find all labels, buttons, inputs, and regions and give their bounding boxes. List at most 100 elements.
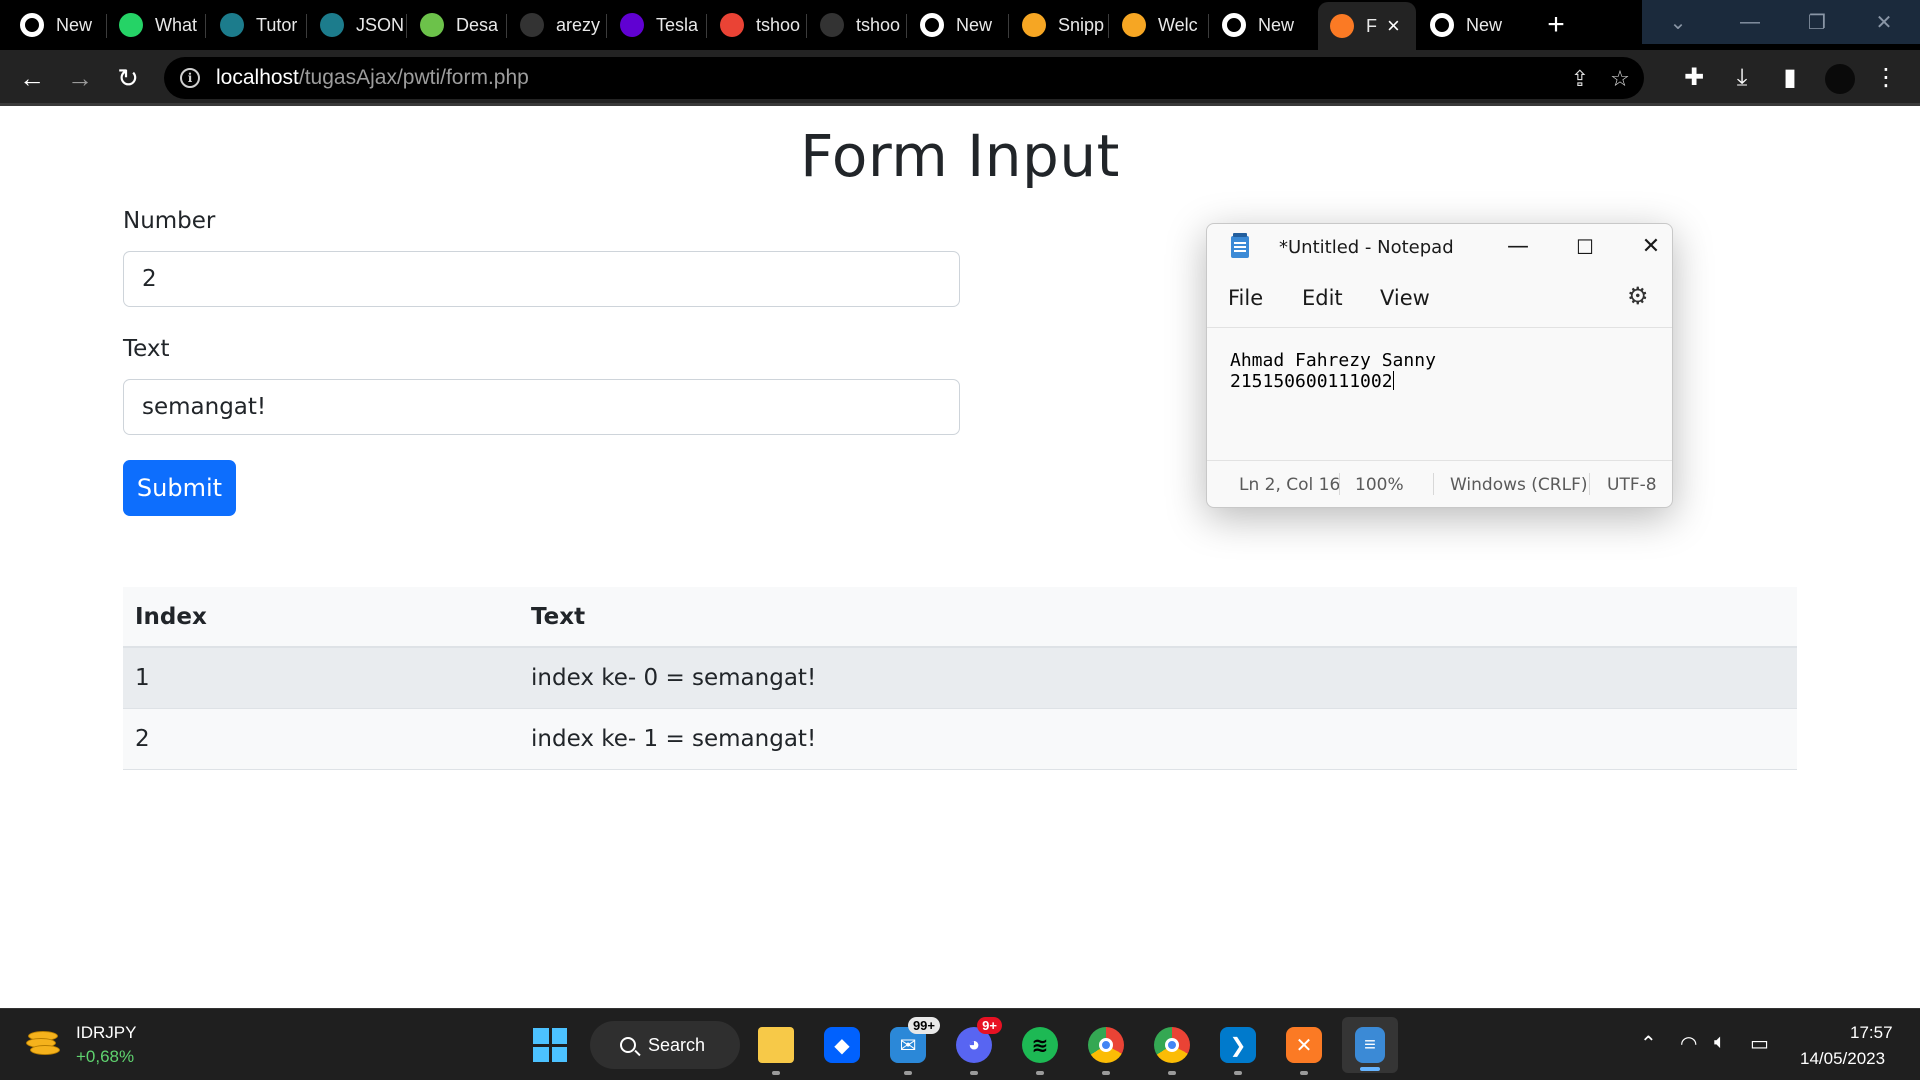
clock-date[interactable]: 14/05/2023 (1800, 1049, 1885, 1069)
browser-tab[interactable]: Welc (1110, 6, 1206, 44)
text-input[interactable] (123, 379, 960, 435)
column-header-index: Index (123, 587, 519, 648)
browser-tab-title: Tutor (256, 14, 298, 35)
table-cell-index: 2 (123, 708, 519, 770)
whatsapp-icon (119, 13, 143, 37)
forward-arrow-icon[interactable]: → (62, 60, 98, 96)
stock-ticker-icon[interactable] (26, 1029, 60, 1059)
discord-icon[interactable]: ◕ 9+ (952, 1017, 1002, 1075)
share-icon[interactable]: ⇪ (1564, 63, 1596, 95)
browser-tab-title: JSON (356, 14, 404, 35)
table-cell-index: 1 (123, 647, 519, 709)
notepad-text-area[interactable]: Ahmad Fahrezy Sanny 215150600111002 (1230, 351, 1436, 392)
yahoo-icon (620, 13, 644, 37)
settings-gear-icon[interactable]: ⚙ (1627, 282, 1649, 310)
tab-separator (1008, 14, 1009, 38)
volume-icon[interactable]: 🔈︎ (1714, 1031, 1726, 1054)
tab-close-icon[interactable]: × (1387, 13, 1400, 39)
notepad-titlebar[interactable]: *Untitled - Notepad — ☐ ✕ (1207, 224, 1672, 268)
browser-tab[interactable]: tshoo (808, 6, 904, 44)
browser-tab[interactable]: New (8, 6, 104, 44)
profile-avatar[interactable] (1825, 64, 1855, 94)
menu-view[interactable]: View (1380, 286, 1430, 310)
notepad-line-1: Ahmad Fahrezy Sanny (1230, 350, 1436, 371)
browser-tab[interactable]: New (908, 6, 1006, 44)
menu-file[interactable]: File (1228, 286, 1263, 310)
browser-tab-title: tshoo (756, 14, 801, 35)
restore-icon[interactable]: ❐ (1781, 0, 1853, 44)
more-menu-icon[interactable]: ⋮ (1868, 60, 1904, 96)
notepad-menubar: File Edit View ⚙ (1207, 268, 1672, 328)
wifi-icon[interactable]: ◠ (1680, 1031, 1697, 1056)
spotify-icon[interactable]: ≋ (1018, 1023, 1062, 1075)
tutorial-icon (320, 13, 344, 37)
windows-taskbar: IDRJPY +0,68% Search ◆ ✉ 99+ ◕ 9+ ≋ ❯ ✕ ≡ … (0, 1008, 1920, 1080)
address-bar[interactable]: i localhost/tugasAjax/pwti/form.php ⇪ ☆ (164, 57, 1644, 99)
tab-separator (906, 14, 907, 38)
notepad-maximize-icon[interactable]: ☐ (1565, 230, 1605, 264)
bookmark-star-icon[interactable]: ☆ (1604, 63, 1636, 95)
browser-tab-title: tshoo (856, 14, 901, 35)
gmail-icon (720, 13, 744, 37)
battery-icon[interactable]: ▭ (1750, 1031, 1769, 1056)
dropbox-icon[interactable]: ◆ (820, 1023, 864, 1067)
site-info-icon[interactable]: i (180, 68, 200, 88)
browser-tab[interactable]: What (107, 6, 203, 44)
codepen-icon (1022, 13, 1046, 37)
browser-tab[interactable]: Tutor (208, 6, 304, 44)
search-icon (620, 1037, 636, 1053)
extensions-puzzle-icon[interactable]: ✚ (1676, 60, 1712, 96)
browser-tab[interactable]: Desa (408, 6, 504, 44)
vscode-icon[interactable]: ❯ (1216, 1023, 1260, 1075)
notepad-window[interactable]: *Untitled - Notepad — ☐ ✕ File Edit View… (1206, 223, 1673, 508)
tray-overflow-chevron-icon[interactable]: ⌃ (1640, 1031, 1657, 1056)
browser-tab-title: arezy (556, 14, 601, 35)
xampp-icon (1330, 14, 1354, 38)
ticker-name[interactable]: IDRJPY (76, 1023, 136, 1043)
status-zoom: 100% (1355, 475, 1404, 495)
clock-time[interactable]: 17:57 (1850, 1023, 1893, 1043)
notepad-line-2: 215150600111002 (1230, 371, 1393, 392)
start-windows-icon[interactable] (528, 1023, 572, 1067)
new-tab-button[interactable]: + (1538, 8, 1574, 44)
browser-tab[interactable]: arezy (508, 6, 604, 44)
browser-tab[interactable]: New (1418, 6, 1514, 44)
browser-tab[interactable]: F × (1318, 2, 1416, 50)
xampp-icon[interactable]: ✕ (1282, 1023, 1326, 1075)
chrome-icon[interactable] (1084, 1023, 1128, 1075)
browser-tab[interactable]: JSON (308, 6, 404, 44)
notepad-close-icon[interactable]: ✕ (1631, 230, 1671, 264)
mail-icon[interactable]: ✉ 99+ (886, 1017, 940, 1075)
notepad-taskbar-icon[interactable]: ≡ (1342, 1017, 1398, 1073)
file-explorer-icon[interactable] (754, 1023, 798, 1075)
browser-tab-strip: + ⌄ — ❐ ✕ New What Tutor JSON Desa arezy Tesla… (0, 0, 1920, 50)
browser-tab[interactable]: Tesla (608, 6, 704, 44)
number-input[interactable] (123, 251, 960, 307)
table-cell-text: index ke- 1 = semangat! (519, 708, 1797, 770)
tab-search-icon[interactable]: ⌄ (1642, 0, 1714, 44)
minimize-icon[interactable]: — (1714, 0, 1786, 44)
browser-tab[interactable]: tshoo (708, 6, 804, 44)
browser-tab[interactable]: New (1210, 6, 1306, 44)
leaf-icon (420, 13, 444, 37)
close-window-icon[interactable]: ✕ (1848, 0, 1920, 44)
menu-edit[interactable]: Edit (1302, 286, 1343, 310)
github-icon (520, 13, 544, 37)
status-line-ending: Windows (CRLF) (1450, 475, 1588, 495)
browser-tab-title: New (56, 14, 93, 35)
taskbar-search[interactable]: Search (590, 1021, 740, 1069)
notepad-minimize-icon[interactable]: — (1498, 230, 1538, 264)
back-arrow-icon[interactable]: ← (14, 60, 50, 96)
side-panel-icon[interactable]: ▮ (1772, 60, 1808, 96)
notepad-title: *Untitled - Notepad (1279, 237, 1454, 258)
chrome-profile-icon[interactable] (1150, 1023, 1194, 1075)
reload-icon[interactable]: ↻ (110, 60, 146, 96)
browser-tab-title: New (1466, 14, 1503, 35)
browser-tab[interactable]: Snipp (1010, 6, 1106, 44)
browser-tab-title: F (1366, 15, 1377, 36)
text-caret (1392, 371, 1394, 390)
submit-button[interactable]: Submit (123, 460, 236, 516)
chrome-icon (1222, 13, 1246, 37)
download-icon[interactable]: ⤓ (1724, 60, 1760, 96)
ticker-change[interactable]: +0,68% (76, 1047, 134, 1067)
